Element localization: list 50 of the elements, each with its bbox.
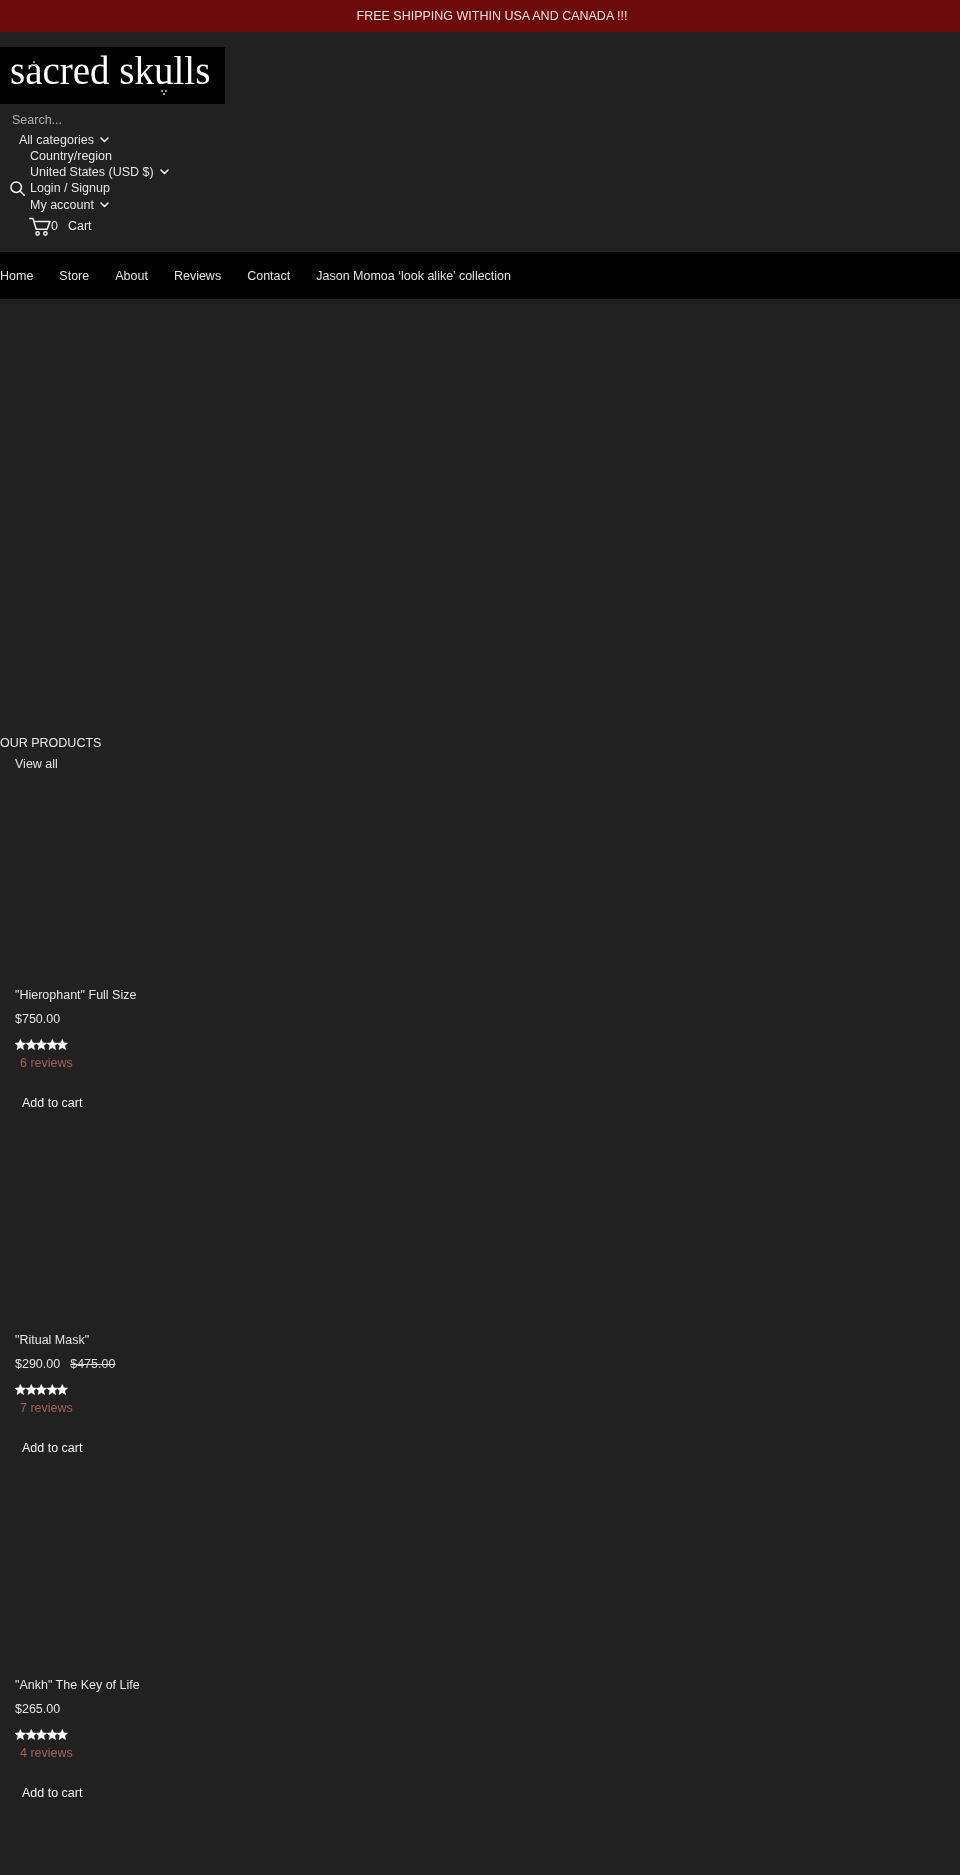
login-link[interactable]: Login / Signup xyxy=(30,180,110,196)
star-icon xyxy=(25,1729,37,1740)
category-dropdown[interactable]: All categories xyxy=(19,132,110,148)
star-icon xyxy=(36,1384,47,1395)
country-selector[interactable]: United States (USD $) xyxy=(30,164,169,180)
cart-icon[interactable] xyxy=(29,216,51,236)
star-icon xyxy=(25,1039,37,1050)
product-title[interactable]: "Ritual Mask" xyxy=(15,1332,90,1348)
nav-link[interactable]: Store xyxy=(59,267,90,284)
star-icon xyxy=(57,1039,68,1050)
nav-link[interactable]: Contact xyxy=(247,267,291,284)
nav-link[interactable]: About xyxy=(115,267,148,284)
cart-count: 0 xyxy=(51,218,58,234)
add-to-cart-button[interactable]: Add to cart xyxy=(15,1432,90,1464)
logo[interactable]: sacred skulls xyxy=(0,47,225,104)
star-icon xyxy=(46,1729,58,1740)
star-icon xyxy=(57,1384,68,1395)
star-icon xyxy=(15,1729,26,1740)
caret-icon xyxy=(99,202,109,208)
star-icon xyxy=(57,1729,68,1740)
country-label: Country/region xyxy=(30,148,112,164)
cart-link[interactable]: Cart xyxy=(67,218,92,234)
section-heading: OUR PRODUCTS xyxy=(0,735,102,751)
product-price: $290.00 xyxy=(15,1356,61,1372)
star-icon xyxy=(46,1384,58,1395)
nav-link[interactable]: Home xyxy=(0,267,34,284)
star-icon xyxy=(15,1384,26,1395)
star-icon xyxy=(36,1729,47,1740)
nav-link[interactable]: Jason Momoa ‘look alike’ collection xyxy=(316,267,512,284)
star-icon xyxy=(46,1039,58,1050)
add-to-cart-button[interactable]: Add to cart xyxy=(15,1087,90,1119)
star-icon xyxy=(25,1384,37,1395)
add-to-cart-button[interactable]: Add to cart xyxy=(15,1777,90,1809)
caret-icon xyxy=(100,137,110,143)
search-icon[interactable] xyxy=(10,180,25,196)
product-title[interactable]: "Ankh" The Key of Life xyxy=(15,1677,140,1693)
announcement-text: FREE SHIPPING WITHIN USA AND CANADA !!! xyxy=(356,8,628,24)
caret-icon xyxy=(159,169,169,175)
product-price: $750.00 xyxy=(15,1011,61,1027)
dot-triangle-icon xyxy=(31,61,37,67)
view-all-link[interactable]: View all xyxy=(15,756,58,772)
star-icon xyxy=(36,1039,47,1050)
search-field[interactable]: Search... xyxy=(0,112,225,128)
star-icon xyxy=(15,1039,26,1050)
product-title[interactable]: "Hierophant" Full Size xyxy=(15,987,137,1003)
dot-triangle-icon xyxy=(161,90,167,96)
account-dropdown[interactable]: My account xyxy=(30,197,109,213)
product-price: $265.00 xyxy=(15,1701,61,1717)
compare-price: $475.00 xyxy=(70,1356,116,1372)
nav-link[interactable]: Reviews xyxy=(173,267,222,284)
